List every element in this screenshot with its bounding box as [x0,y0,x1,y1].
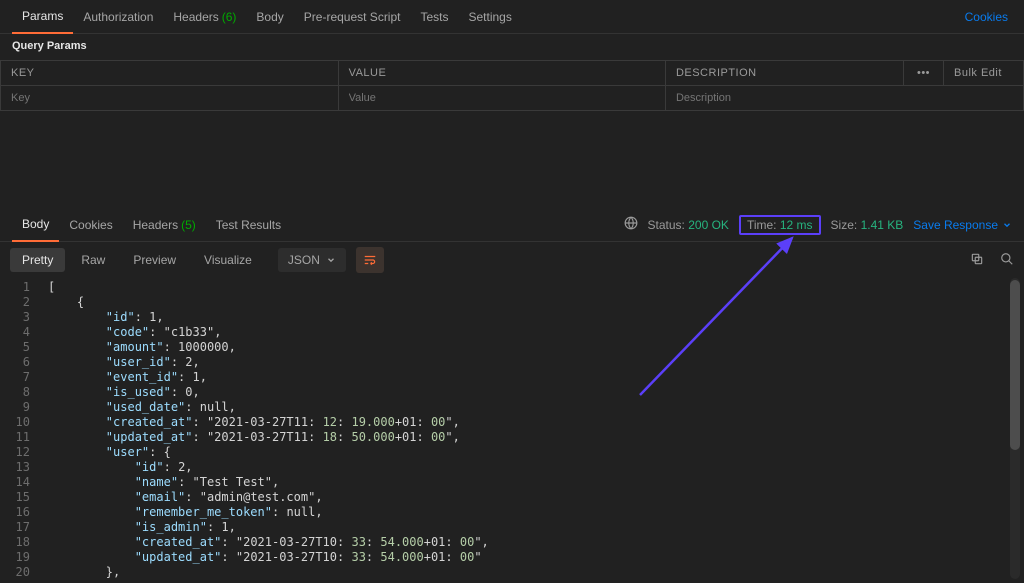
bulk-edit-button[interactable]: Bulk Edit [944,61,1024,86]
scrollbar-thumb[interactable] [1010,280,1020,450]
chevron-down-icon [1002,220,1012,230]
wrap-icon [362,253,378,267]
key-input[interactable] [11,92,328,104]
tab-prerequest[interactable]: Pre-request Script [294,0,411,34]
more-button[interactable]: ••• [904,61,944,86]
status-label: Status: 200 OK [648,218,729,232]
table-row [1,86,1024,111]
col-value: VALUE [338,61,665,86]
tab-body[interactable]: Body [246,0,293,34]
view-preview-button[interactable]: Preview [121,248,188,272]
status-value: 200 OK [688,218,729,232]
view-raw-button[interactable]: Raw [69,248,117,272]
wrap-line-button[interactable] [356,247,384,273]
resp-tab-headers-label: Headers [133,218,178,232]
response-body[interactable]: 1234567891011121314151617181920 [ { "id"… [0,278,1024,583]
col-key: KEY [1,61,339,86]
cookies-link[interactable]: Cookies [965,10,1012,24]
save-response-button[interactable]: Save Response [913,218,1012,232]
search-icon[interactable] [1000,252,1014,269]
query-params-title: Query Params [0,34,1024,60]
chevron-down-icon [326,255,336,265]
resp-headers-count: (5) [181,218,196,232]
copy-icon[interactable] [970,252,984,269]
col-description: DESCRIPTION [665,61,903,86]
description-input[interactable] [676,92,1013,104]
time-box: Time: 12 ms [739,215,821,235]
params-table: KEY VALUE DESCRIPTION ••• Bulk Edit [0,60,1024,111]
resp-tab-test-results[interactable]: Test Results [206,208,291,242]
tab-tests[interactable]: Tests [410,0,458,34]
headers-count: (6) [222,10,237,24]
resp-tab-cookies[interactable]: Cookies [59,208,122,242]
tab-headers[interactable]: Headers (6) [163,0,246,34]
size-value: 1.41 KB [861,218,904,232]
globe-icon[interactable] [624,216,638,233]
format-dropdown[interactable]: JSON [278,248,346,272]
view-visualize-button[interactable]: Visualize [192,248,264,272]
resp-tab-headers[interactable]: Headers (5) [123,208,206,242]
size-label: Size: 1.41 KB [831,218,904,232]
tab-settings[interactable]: Settings [459,0,522,34]
view-pretty-button[interactable]: Pretty [10,248,65,272]
resp-tab-body[interactable]: Body [12,208,59,242]
tab-params[interactable]: Params [12,0,73,34]
time-value: 12 ms [780,218,813,232]
tab-authorization[interactable]: Authorization [73,0,163,34]
tab-headers-label: Headers [173,10,218,24]
value-input[interactable] [349,92,655,104]
